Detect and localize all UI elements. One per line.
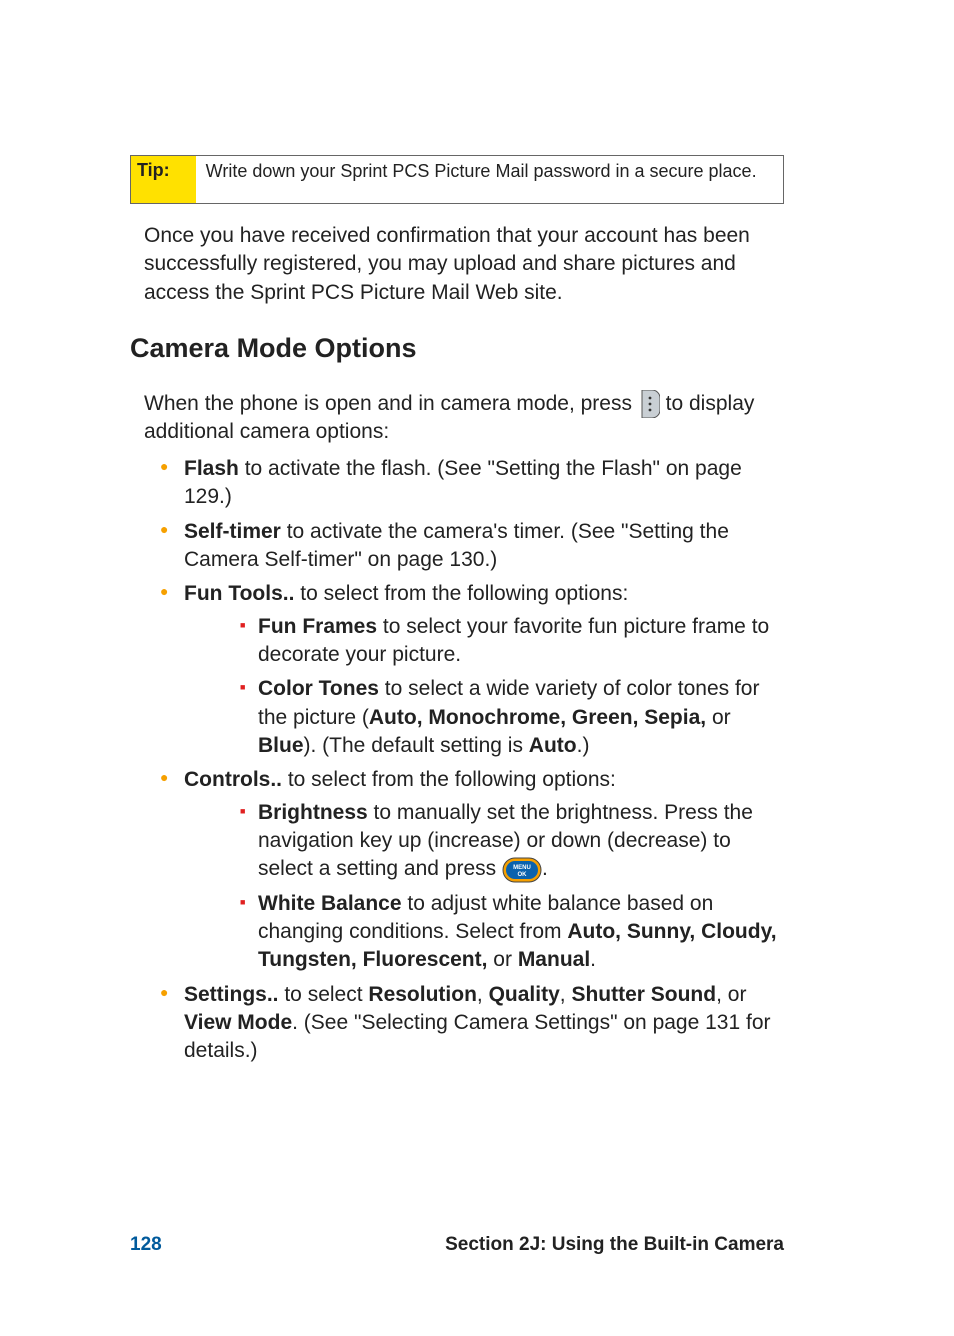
section-label: Section 2J: Using the Built-in Camera — [162, 1234, 784, 1256]
page-number: 128 — [130, 1234, 162, 1256]
item-selftimer: Self-timer to activate the camera's time… — [160, 518, 784, 575]
text-settings-b: to select — [279, 983, 369, 1006]
text-colortones-f: ). (The default setting is — [304, 734, 529, 757]
label-selftimer: Self-timer — [184, 520, 281, 543]
options-list: Flash to activate the flash. (See "Setti… — [160, 455, 784, 1066]
text-whitebal-f: . — [590, 948, 596, 971]
text-settings-d: , — [477, 983, 489, 1006]
text-flash: to activate the flash. (See "Setting the… — [184, 457, 742, 508]
text-settings-e: Quality — [489, 983, 560, 1006]
text-colortones-c: Auto, Monochrome, Green, Sepia, — [369, 706, 706, 729]
item-flash: Flash to activate the flash. (See "Setti… — [160, 455, 784, 512]
svg-text:OK: OK — [517, 872, 527, 878]
text-colortones-g: Auto — [529, 734, 577, 757]
label-brightness: Brightness — [258, 801, 368, 824]
item-settings: Settings.. to select Resolution, Quality… — [160, 981, 784, 1066]
controls-sublist: Brightness to manually set the brightnes… — [240, 799, 784, 975]
text-settings-f: , — [560, 983, 572, 1006]
page-footer: 128 Section 2J: Using the Built-in Camer… — [130, 1234, 784, 1256]
side-key-icon — [638, 390, 660, 418]
text-colortones-e: Blue — [258, 734, 304, 757]
menu-ok-key-icon: MENU OK — [502, 857, 542, 883]
item-brightness: Brightness to manually set the brightnes… — [240, 799, 784, 884]
label-flash: Flash — [184, 457, 239, 480]
text-settings-g: Shutter Sound — [571, 983, 716, 1006]
text-brightness-c: . — [542, 857, 548, 880]
camera-mode-line: When the phone is open and in camera mod… — [144, 390, 784, 447]
item-funtools: Fun Tools.. to select from the following… — [160, 580, 784, 760]
label-funframes: Fun Frames — [258, 615, 377, 638]
text-colortones-d: or — [706, 706, 731, 729]
label-controls: Controls.. — [184, 768, 282, 791]
item-colortones: Color Tones to select a wide variety of … — [240, 675, 784, 760]
text-whitebal-d: or — [487, 948, 517, 971]
funtools-sublist: Fun Frames to select your favorite fun p… — [240, 613, 784, 761]
text-settings-h: , or — [716, 983, 746, 1006]
label-funtools: Fun Tools.. — [184, 582, 294, 605]
text-funtools: to select from the following options: — [294, 582, 628, 605]
intro-paragraph: Once you have received confirmation that… — [144, 222, 784, 307]
label-whitebalance: White Balance — [258, 892, 402, 915]
tip-label: Tip: — [131, 156, 196, 203]
tip-box: Tip: Write down your Sprint PCS Picture … — [130, 155, 784, 204]
item-funframes: Fun Frames to select your favorite fun p… — [240, 613, 784, 670]
camera-mode-text-a: When the phone is open and in camera mod… — [144, 392, 638, 415]
text-settings-c: Resolution — [368, 983, 477, 1006]
text-controls: to select from the following options: — [282, 768, 616, 791]
tip-text: Write down your Sprint PCS Picture Mail … — [196, 156, 765, 203]
heading-camera-mode-options: Camera Mode Options — [130, 333, 784, 364]
text-colortones-h: .) — [577, 734, 590, 757]
label-colortones: Color Tones — [258, 677, 379, 700]
item-whitebalance: White Balance to adjust white balance ba… — [240, 890, 784, 975]
svg-text:MENU: MENU — [513, 865, 531, 871]
text-whitebal-e: Manual — [518, 948, 590, 971]
text-settings-i: View Mode — [184, 1011, 292, 1034]
item-controls: Controls.. to select from the following … — [160, 766, 784, 974]
label-settings: Settings.. — [184, 983, 279, 1006]
